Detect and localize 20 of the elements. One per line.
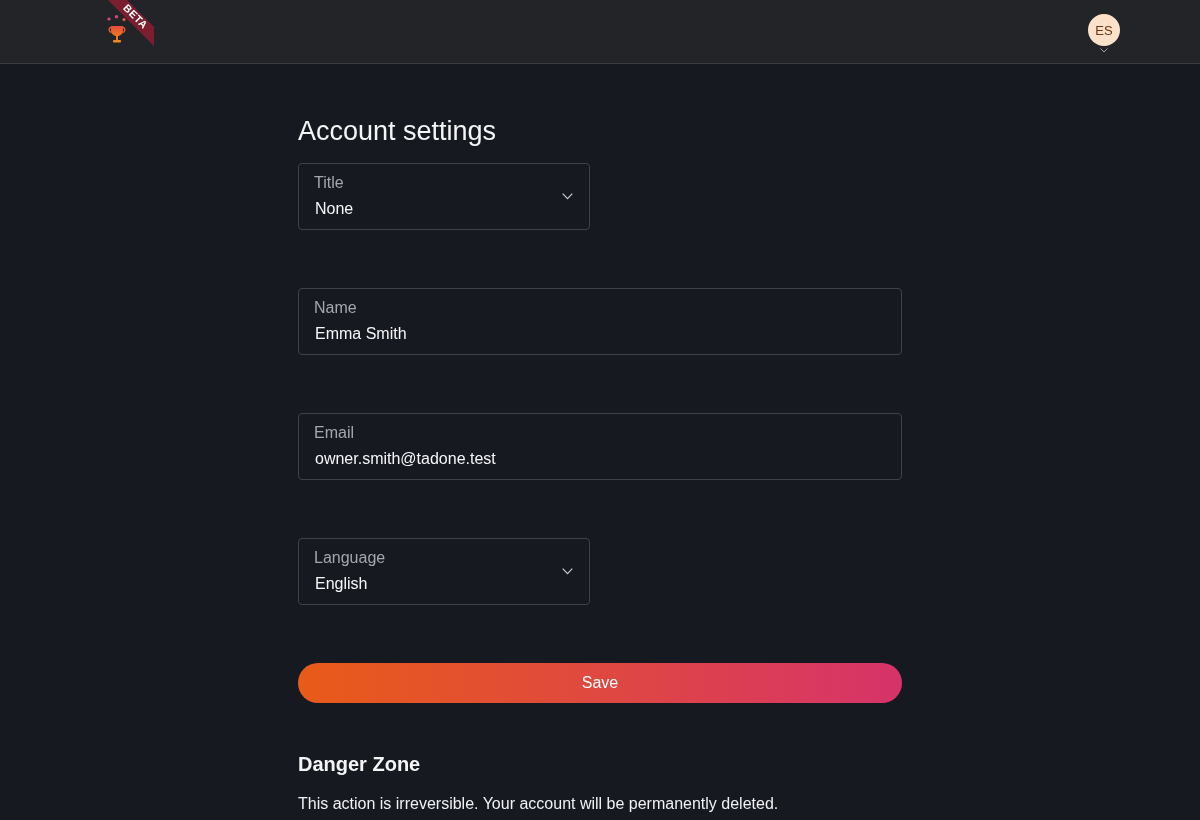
user-avatar[interactable]: ES	[1088, 14, 1120, 46]
field-value: English	[314, 574, 368, 594]
field-value: Emma Smith	[314, 324, 407, 344]
chevron-down-icon	[562, 193, 573, 200]
chevron-down-icon	[562, 568, 573, 575]
field-label: Title	[314, 173, 344, 193]
warning-text: This action is irreversible. Your account will be permanently deleted.	[298, 794, 780, 814]
section-heading: Danger Zone	[298, 752, 422, 777]
field-label: Language	[314, 548, 386, 568]
select-field[interactable]: Title None	[298, 163, 590, 230]
chevron-down-icon[interactable]	[1100, 48, 1108, 53]
select-field[interactable]: Language English	[298, 538, 590, 605]
field-label: Name	[314, 298, 357, 318]
field-value: None	[314, 199, 354, 219]
field-value: owner.smith@tadone.test	[314, 449, 496, 469]
input-field[interactable]: Email owner.smith@tadone.test	[298, 413, 902, 480]
field-label: Email	[314, 423, 354, 443]
input-field[interactable]: Name Emma Smith	[298, 288, 902, 355]
save-button[interactable]: Save	[298, 663, 902, 703]
page-title: Account settings	[298, 115, 498, 148]
